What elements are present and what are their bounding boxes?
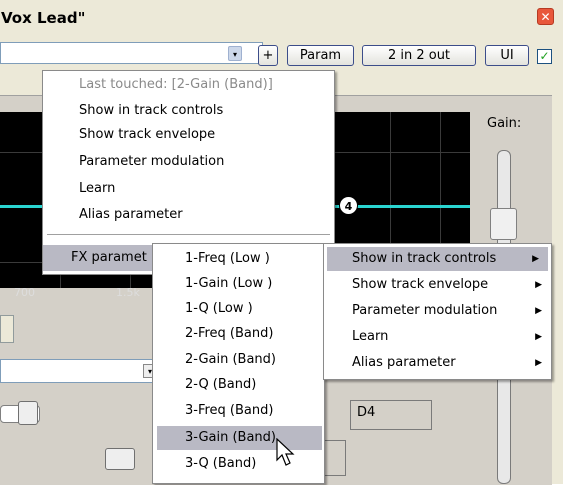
submenu-item-parameter-modulation[interactable]: Parameter modulation ▶ — [324, 299, 551, 323]
io-button[interactable]: 2 in 2 out — [362, 45, 476, 66]
param-item[interactable]: 3-Q (Band) — [153, 452, 324, 476]
preset-dropdown[interactable]: ▾ — [0, 42, 263, 64]
mode-combo[interactable]: ▾ — [0, 359, 160, 383]
submenu-item-show-track-envelope[interactable]: Show track envelope ▶ — [324, 273, 551, 297]
submenu-item-learn[interactable]: Learn ▶ — [324, 325, 551, 349]
close-button[interactable]: ✕ — [537, 8, 554, 25]
chevron-right-icon: ▶ — [535, 280, 542, 290]
param-button[interactable]: Param — [287, 45, 354, 66]
axis-tick-1-5k: 1.5k — [116, 286, 140, 299]
param-item[interactable]: 1-Freq (Low ) — [153, 247, 324, 271]
fx-param-submenu: 1-Freq (Low ) 1-Gain (Low ) 1-Q (Low ) 2… — [152, 243, 325, 484]
gain-slider-thumb[interactable] — [490, 208, 517, 240]
param-item[interactable]: 2-Freq (Band) — [153, 322, 324, 346]
submenu-item-show-in-track-controls[interactable]: Show in track controls ▶ — [327, 247, 548, 271]
ui-button[interactable]: UI — [485, 45, 529, 66]
menu-item-parameter-modulation[interactable]: Parameter modulation — [43, 150, 334, 174]
chevron-right-icon: ▶ — [535, 358, 542, 368]
band-slider-thumb-2[interactable] — [105, 448, 135, 470]
menu-item-show-track-envelope[interactable]: Show track envelope — [43, 123, 334, 147]
chevron-right-icon: ▶ — [535, 306, 542, 316]
add-preset-button[interactable]: + — [258, 45, 278, 66]
param-item[interactable]: 1-Gain (Low ) — [153, 272, 324, 296]
last-touched-header: Last touched: [2-Gain (Band)] — [79, 77, 273, 92]
fx-enabled-checkbox[interactable]: ✓ — [537, 49, 552, 64]
param-item[interactable]: 2-Q (Band) — [153, 373, 324, 397]
gain-label: Gain: — [487, 116, 522, 131]
chevron-down-icon[interactable]: ▾ — [228, 46, 242, 61]
menu-item-alias-parameter[interactable]: Alias parameter — [43, 203, 334, 227]
param-item[interactable]: 1-Q (Low ) — [153, 297, 324, 321]
note-field[interactable]: D4 — [350, 400, 432, 430]
band-slider-thumb[interactable] — [18, 401, 38, 425]
chevron-right-icon: ▶ — [532, 254, 539, 264]
param-item[interactable]: 3-Freq (Band) — [153, 399, 324, 423]
chevron-right-icon: ▶ — [535, 332, 542, 342]
mouse-cursor-icon — [276, 438, 295, 466]
tab-strip[interactable] — [0, 315, 14, 343]
title-bar: Vox Lead" ✕ — [0, 0, 563, 36]
window-title: Vox Lead" — [1, 9, 86, 27]
param-item[interactable]: 2-Gain (Band) — [153, 348, 324, 372]
submenu-item-alias-parameter[interactable]: Alias parameter ▶ — [324, 351, 551, 375]
menu-item-learn[interactable]: Learn — [43, 177, 334, 201]
param-action-submenu: Show in track controls ▶ Show track envel… — [323, 243, 552, 380]
band-node-4[interactable]: 4 — [339, 196, 358, 215]
menu-separator — [47, 234, 330, 235]
menu-item-show-in-track-controls[interactable]: Show in track controls — [43, 99, 334, 123]
axis-tick-700: 700 — [14, 286, 35, 299]
